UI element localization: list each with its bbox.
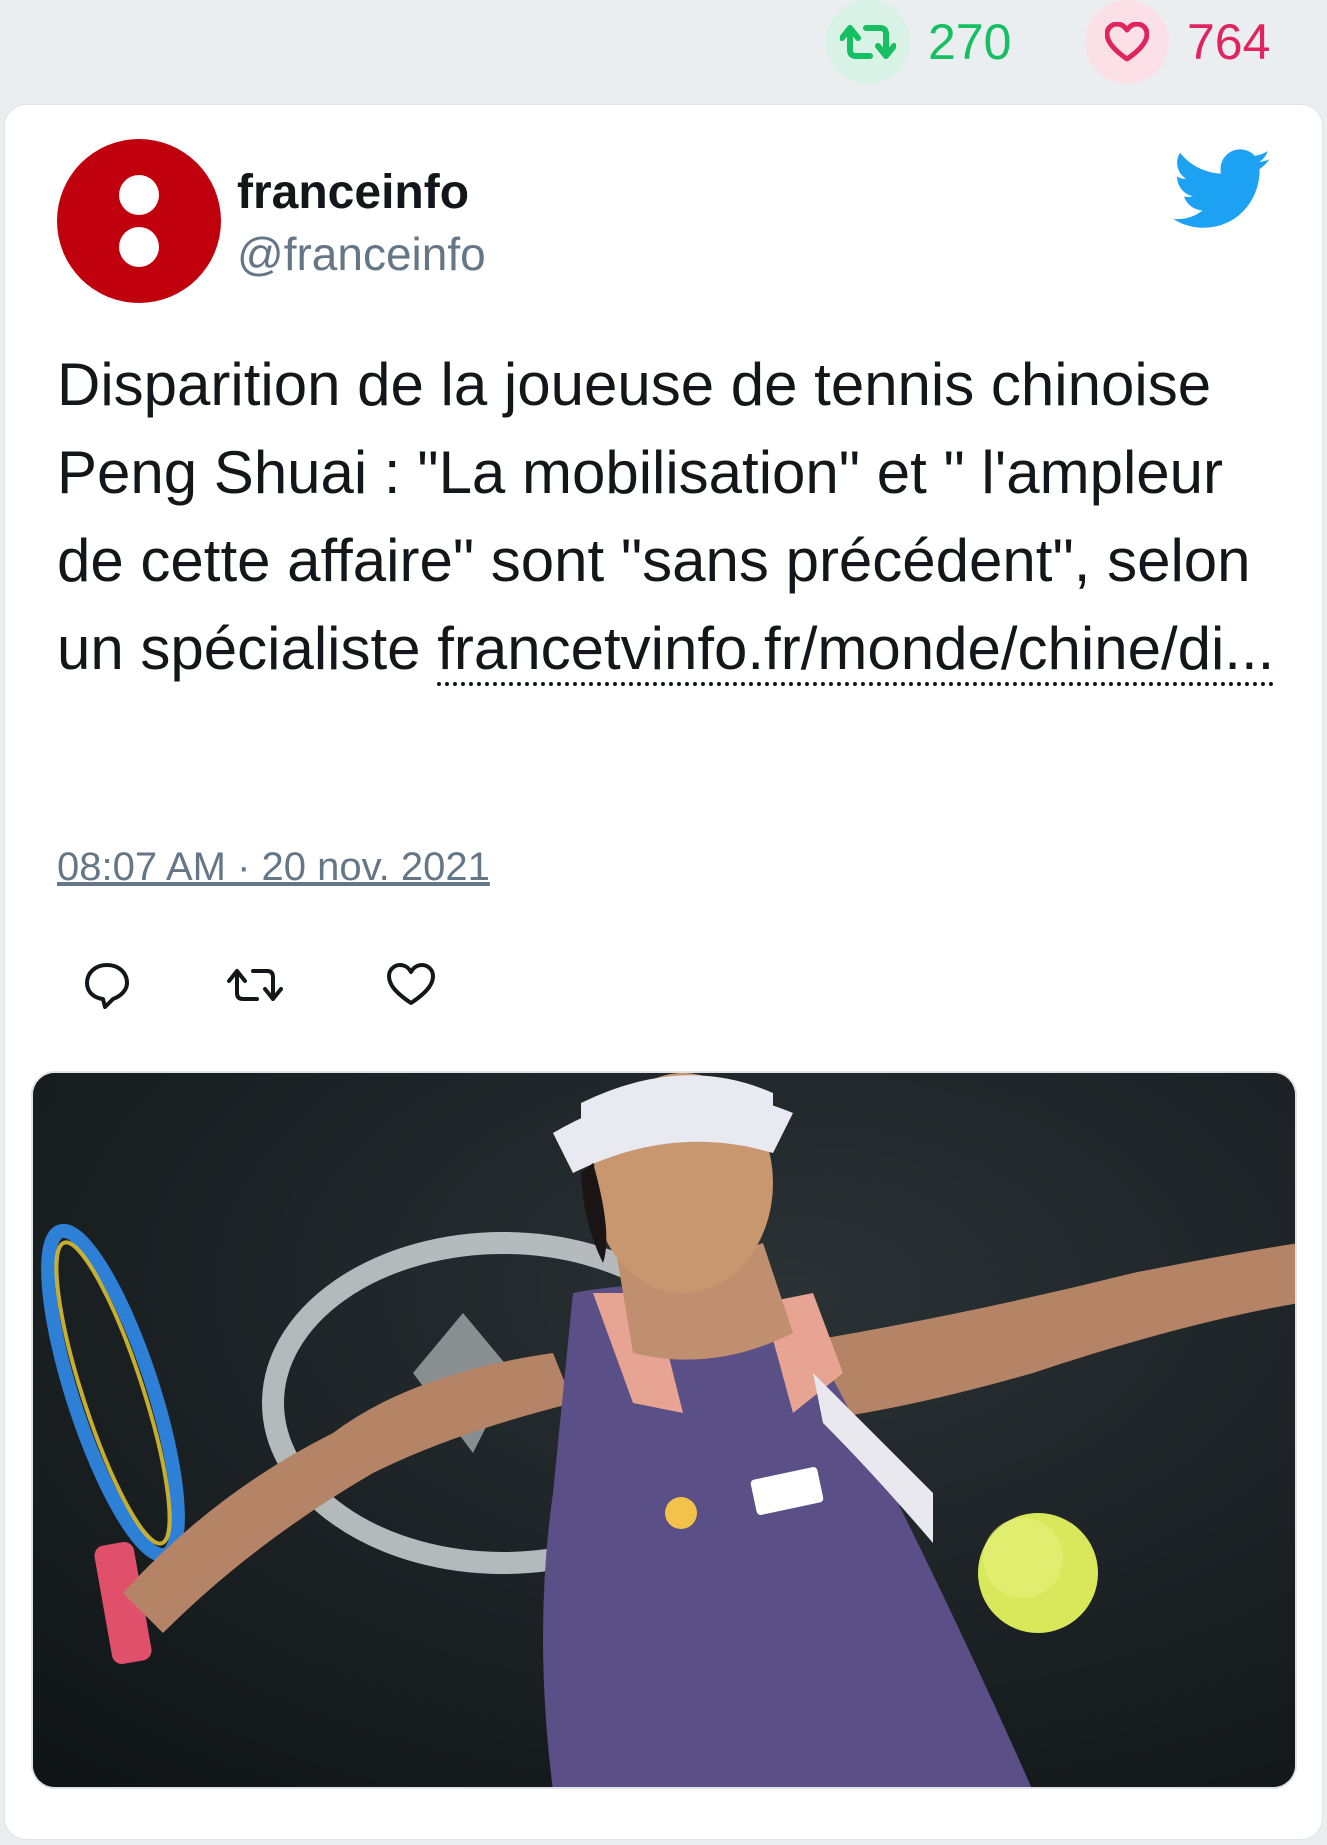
tweet-link[interactable]: francetvinfo.fr/monde/chine/di... <box>437 615 1275 686</box>
reply-icon[interactable] <box>77 955 137 1015</box>
retweet-icon[interactable] <box>826 0 910 84</box>
tennis-player-photo[interactable] <box>31 1071 1297 1789</box>
timestamp[interactable]: 08:07 AM · 20 nov. 2021 <box>57 845 490 890</box>
author-handle[interactable]: @franceinfo <box>237 227 486 281</box>
author-name[interactable]: franceinfo <box>237 165 469 220</box>
photo-illustration <box>33 1073 1295 1787</box>
tweet-card[interactable]: franceinfo @franceinfo Disparition de la… <box>4 104 1323 1840</box>
twitter-bird-icon[interactable] <box>1173 149 1273 231</box>
retweet-count: 270 <box>928 14 1012 70</box>
tweet-text: Disparition de la joueuse de tennis chin… <box>57 341 1277 693</box>
retweet-stat[interactable]: 270 <box>826 0 1011 84</box>
heart-icon[interactable] <box>1085 0 1169 84</box>
like-stat[interactable]: 764 <box>1085 0 1270 84</box>
retweet-icon[interactable] <box>225 955 285 1015</box>
avatar-dot <box>119 175 159 215</box>
like-count: 764 <box>1187 14 1271 70</box>
heart-icon[interactable] <box>381 955 441 1015</box>
avatar-dot <box>119 227 159 267</box>
avatar[interactable] <box>57 139 221 303</box>
engagement-stats: 270 764 <box>0 0 1327 100</box>
